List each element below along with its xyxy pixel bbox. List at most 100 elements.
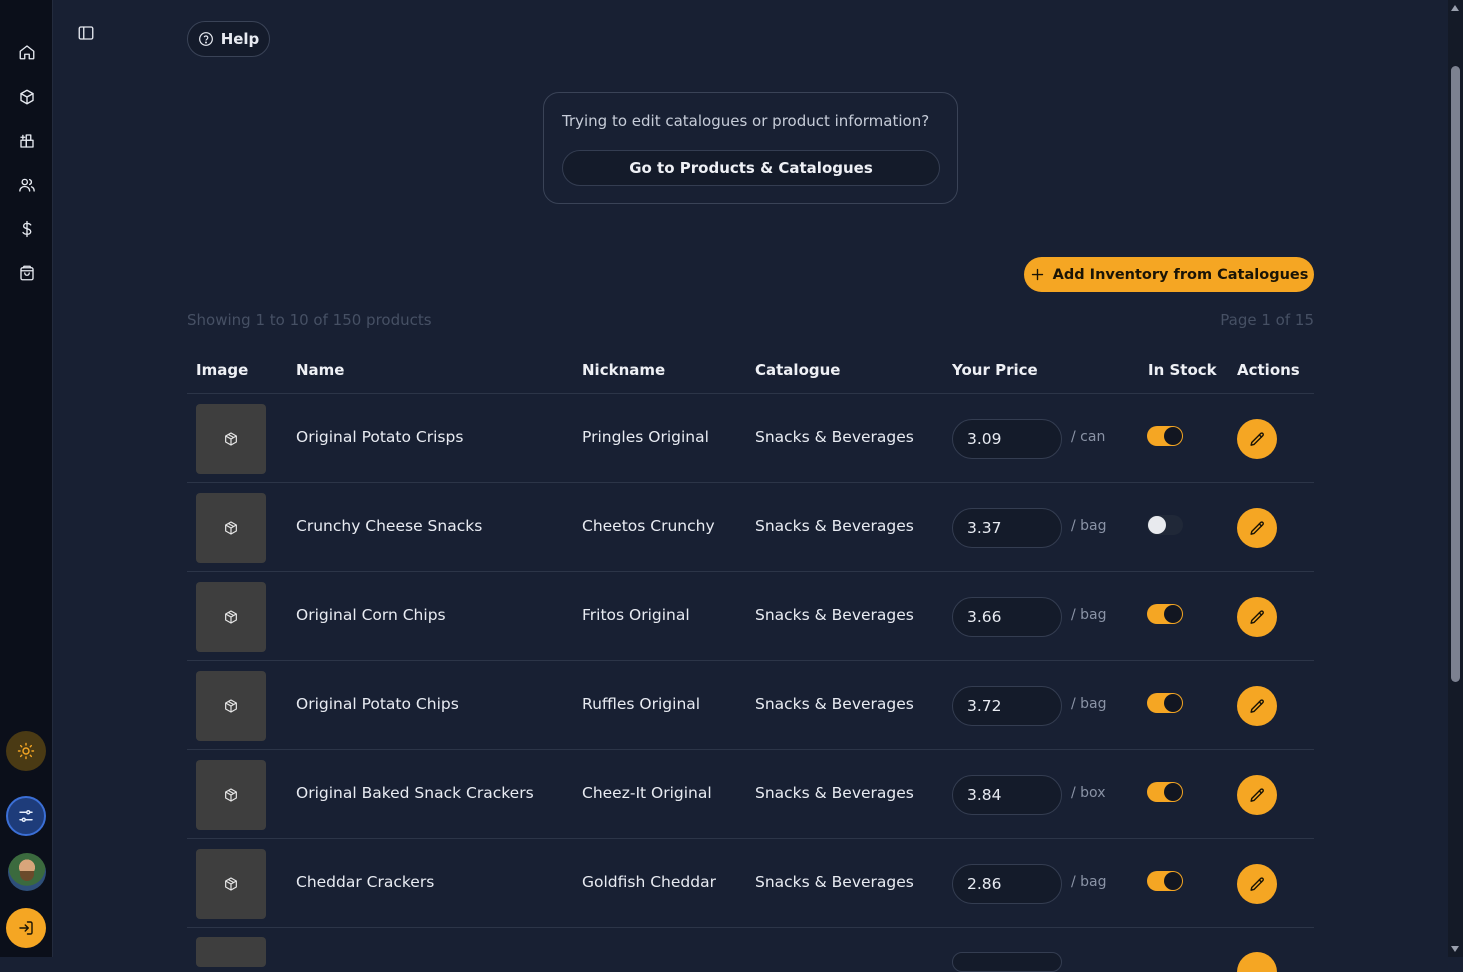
sidebar-toggle-icon[interactable]	[77, 24, 95, 42]
table-row: Original Potato Chips Ruffles Original S…	[187, 661, 1314, 750]
add-inventory-button[interactable]: Add Inventory from Catalogues	[1024, 257, 1314, 292]
product-thumbnail	[196, 582, 266, 652]
product-nickname: Cheetos Crunchy	[582, 517, 715, 535]
edit-button[interactable]	[1237, 419, 1277, 459]
product-nickname: Goldfish Cheddar	[582, 873, 716, 891]
catalogue-notice: Trying to edit catalogues or product inf…	[543, 92, 958, 204]
product-thumbnail	[196, 671, 266, 741]
edit-button[interactable]	[1237, 597, 1277, 637]
product-catalogue: Snacks & Beverages	[755, 428, 914, 446]
pencil-icon	[1249, 876, 1264, 891]
price-input[interactable]: 3.37	[952, 508, 1062, 548]
users-icon[interactable]	[15, 173, 39, 197]
scroll-up-arrow[interactable]	[1451, 5, 1459, 11]
table-row: Original Baked Snack Crackers Cheez-It O…	[187, 750, 1314, 839]
in-stock-toggle[interactable]	[1147, 782, 1183, 802]
sliders-icon	[19, 810, 33, 822]
theme-toggle-button[interactable]	[6, 731, 46, 771]
price-input[interactable]: 3.84	[952, 775, 1062, 815]
box-icon[interactable]	[15, 85, 39, 109]
edit-button[interactable]	[1237, 864, 1277, 904]
toggle-knob	[1164, 872, 1182, 890]
toggle-knob	[1164, 605, 1182, 623]
main-content: Help Trying to edit catalogues or produc…	[53, 0, 1448, 972]
dollar-icon[interactable]	[15, 217, 39, 241]
product-nickname: Ruffles Original	[582, 695, 701, 713]
product-catalogue: Snacks & Beverages	[755, 873, 914, 891]
go-to-products-button[interactable]: Go to Products & Catalogues	[562, 150, 940, 186]
product-thumbnail	[196, 760, 266, 830]
product-thumbnail	[196, 849, 266, 919]
product-name: Cheddar Crackers	[296, 873, 435, 891]
product-name: Original Potato Crisps	[296, 428, 464, 446]
showing-count: Showing 1 to 10 of 150 products	[187, 311, 432, 329]
table-row: Original Potato Crisps Pringles Original…	[187, 394, 1314, 483]
table-header: Image Name Nickname Catalogue Your Price…	[187, 350, 1314, 394]
product-catalogue: Snacks & Beverages	[755, 695, 914, 713]
column-header-nickname: Nickname	[582, 361, 666, 379]
package-icon	[225, 610, 237, 624]
product-name: Original Baked Snack Crackers	[296, 784, 534, 802]
in-stock-toggle[interactable]	[1147, 871, 1183, 891]
settings-sliders-button[interactable]	[6, 796, 46, 836]
toggle-knob	[1164, 427, 1182, 445]
help-circle-icon	[198, 32, 213, 46]
help-button[interactable]: Help	[187, 21, 270, 57]
price-unit: / box	[1071, 785, 1106, 801]
package-icon	[225, 432, 237, 446]
scrollbar[interactable]	[1448, 0, 1463, 957]
package-icon	[225, 877, 237, 891]
product-name: Original Potato Chips	[296, 695, 459, 713]
table-row: Original Corn Chips Fritos Original Snac…	[187, 572, 1314, 661]
price-input[interactable]: 3.09	[952, 419, 1062, 459]
grid-plus-icon[interactable]	[15, 129, 39, 153]
product-thumbnail	[196, 937, 266, 967]
pencil-icon	[1249, 520, 1264, 535]
page-indicator: Page 1 of 15	[1220, 311, 1314, 329]
column-header-in-stock: In Stock	[1148, 361, 1217, 379]
in-stock-toggle[interactable]	[1147, 515, 1183, 535]
product-catalogue: Snacks & Beverages	[755, 606, 914, 624]
edit-button[interactable]	[1237, 952, 1277, 972]
pencil-icon	[1249, 698, 1264, 713]
pencil-icon	[1249, 609, 1264, 624]
price-unit: / can	[1071, 429, 1106, 445]
pencil-icon	[1249, 787, 1264, 802]
edit-button[interactable]	[1237, 686, 1277, 726]
column-header-price: Your Price	[952, 361, 1038, 379]
avatar[interactable]	[8, 853, 46, 891]
edit-button[interactable]	[1237, 775, 1277, 815]
price-unit: / bag	[1071, 874, 1107, 890]
plus-icon	[1031, 268, 1043, 281]
edit-button[interactable]	[1237, 508, 1277, 548]
add-inventory-label: Add Inventory from Catalogues	[1052, 266, 1309, 283]
logout-icon	[19, 921, 33, 935]
in-stock-toggle[interactable]	[1147, 426, 1183, 446]
toggle-knob	[1164, 694, 1182, 712]
price-input[interactable]	[952, 952, 1062, 972]
column-header-catalogue: Catalogue	[755, 361, 841, 379]
price-input[interactable]: 3.66	[952, 597, 1062, 637]
table-row: Crunchy Cheese Snacks Cheetos Crunchy Sn…	[187, 483, 1314, 572]
notice-text: Trying to edit catalogues or product inf…	[562, 112, 930, 130]
price-unit: / bag	[1071, 696, 1107, 712]
sidebar	[0, 0, 53, 957]
product-catalogue: Snacks & Beverages	[755, 784, 914, 802]
price-input[interactable]: 3.72	[952, 686, 1062, 726]
scroll-down-arrow[interactable]	[1451, 946, 1459, 952]
product-thumbnail	[196, 404, 266, 474]
scroll-thumb[interactable]	[1451, 66, 1460, 682]
in-stock-toggle[interactable]	[1147, 693, 1183, 713]
column-header-actions: Actions	[1237, 361, 1300, 379]
price-input[interactable]: 2.86	[952, 864, 1062, 904]
help-label: Help	[220, 30, 260, 48]
home-icon[interactable]	[15, 40, 39, 64]
product-nickname: Cheez-It Original	[582, 784, 712, 802]
logout-button[interactable]	[6, 908, 46, 948]
in-stock-toggle[interactable]	[1147, 604, 1183, 624]
price-unit: / bag	[1071, 518, 1107, 534]
product-name: Original Corn Chips	[296, 606, 446, 624]
price-unit: / bag	[1071, 607, 1107, 623]
bag-icon[interactable]	[15, 261, 39, 285]
product-name: Crunchy Cheese Snacks	[296, 517, 483, 535]
